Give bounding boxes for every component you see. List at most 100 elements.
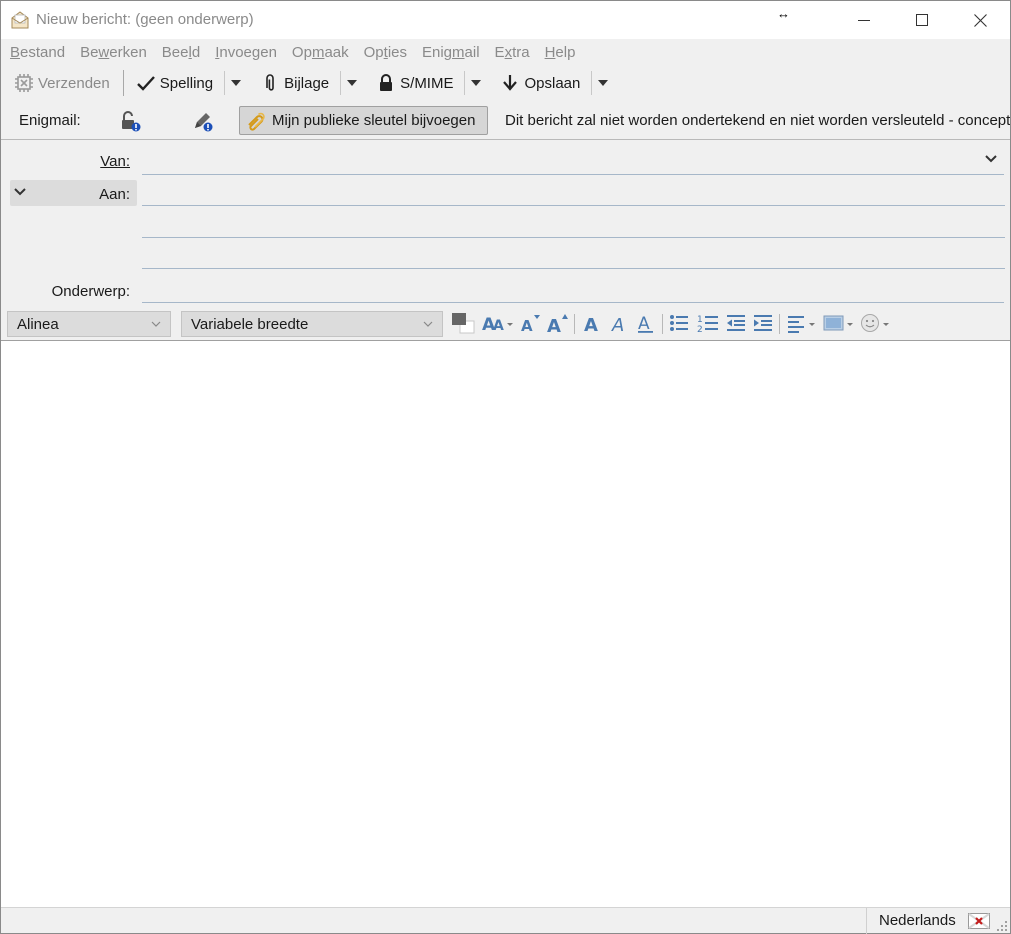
smime-label: S/MIME xyxy=(400,74,454,92)
menu-extra[interactable]: Extra xyxy=(495,44,530,61)
svg-text:A: A xyxy=(547,316,561,334)
message-body-editor[interactable] xyxy=(1,340,1010,907)
bullet-list-icon xyxy=(670,315,688,331)
menu-opmaak[interactable]: Opmaak xyxy=(292,44,349,61)
paragraph-format-select[interactable]: Alinea xyxy=(7,311,171,337)
format-separator xyxy=(574,314,575,334)
encrypt-toggle[interactable] xyxy=(120,109,142,133)
menu-opties[interactable]: Opties xyxy=(364,44,407,61)
attach-label: Bijlage xyxy=(284,74,330,92)
align-button[interactable] xyxy=(786,312,818,334)
smime-dropdown[interactable] xyxy=(469,68,483,98)
subject-field[interactable] xyxy=(142,302,1004,303)
svg-text:1: 1 xyxy=(697,315,703,325)
outdent-button[interactable] xyxy=(725,312,747,334)
from-field[interactable] xyxy=(142,174,1004,175)
key-paperclip-icon xyxy=(248,112,265,131)
insert-emoji-button[interactable] xyxy=(860,312,892,334)
compose-envelope-icon xyxy=(11,11,29,29)
enigmail-label: Enigmail: xyxy=(19,112,81,129)
insert-image-button[interactable] xyxy=(823,312,855,334)
bold-button[interactable]: A xyxy=(581,312,603,334)
decrease-font-button[interactable]: A xyxy=(520,312,542,334)
attach-public-key-label: Mijn publieke sleutel bijvoegen xyxy=(272,112,476,129)
status-separator xyxy=(866,908,867,934)
sign-toggle[interactable] xyxy=(192,109,214,133)
italic-icon: A xyxy=(611,315,624,334)
spelling-button[interactable]: Spelling xyxy=(133,68,216,98)
outdent-icon xyxy=(727,315,745,331)
from-label: Van: xyxy=(100,153,130,170)
status-bar: Nederlands xyxy=(1,907,1010,934)
svg-text:A: A xyxy=(584,315,598,334)
menu-bewerken[interactable]: Bewerken xyxy=(80,44,147,61)
font-family-select[interactable]: Variabele breedte xyxy=(181,311,443,337)
smime-button[interactable]: S/MIME xyxy=(373,68,456,98)
italic-button[interactable]: A xyxy=(608,312,630,334)
maximize-button[interactable] xyxy=(893,1,951,39)
chevron-down-icon[interactable] xyxy=(13,185,27,199)
increase-font-button[interactable]: A xyxy=(546,312,570,334)
recipient-row-3[interactable] xyxy=(142,268,1005,269)
lock-icon xyxy=(376,73,396,93)
attach-dropdown[interactable] xyxy=(345,68,359,98)
spellcheck-language[interactable]: Nederlands xyxy=(879,912,956,929)
send-button[interactable]: Verzenden xyxy=(11,68,113,98)
spelling-dropdown[interactable] xyxy=(229,68,243,98)
indent-button[interactable] xyxy=(752,312,774,334)
recipient-row-2[interactable] xyxy=(142,237,1005,238)
menu-bestand[interactable]: Bestand xyxy=(10,44,65,61)
arrow-down-icon xyxy=(500,73,520,93)
numbered-list-button[interactable]: 1 2 xyxy=(696,312,720,334)
format-toolbar: Alinea Variabele breedte A A A A A A A 1… xyxy=(1,306,1010,340)
image-icon xyxy=(823,315,853,331)
toolbar-separator xyxy=(591,71,593,95)
subject-label: Onderwerp: xyxy=(51,283,130,300)
text-color-button[interactable] xyxy=(451,312,477,334)
unlocked-padlock-icon xyxy=(122,111,141,132)
resize-grip-icon[interactable] xyxy=(997,921,1007,931)
underline-button[interactable]: A xyxy=(635,312,657,334)
svg-text:A: A xyxy=(493,318,504,334)
toolbar-separator xyxy=(224,71,226,95)
checkmark-icon xyxy=(136,73,156,93)
pen-icon xyxy=(195,113,213,132)
format-separator xyxy=(779,314,780,334)
svg-text:A: A xyxy=(521,317,533,334)
font-size-icon: A A xyxy=(482,315,513,334)
attach-button[interactable]: Bijlage xyxy=(257,68,332,98)
menu-invoegen[interactable]: Invoegen xyxy=(215,44,277,61)
font-size-button[interactable]: A A xyxy=(482,312,514,334)
numbered-list-icon: 1 2 xyxy=(697,315,718,334)
language-flag-icon[interactable] xyxy=(968,913,990,929)
font-family-value: Variabele breedte xyxy=(191,315,309,333)
menu-help[interactable]: Help xyxy=(545,44,576,61)
attach-public-key-button[interactable]: Mijn publieke sleutel bijvoegen xyxy=(239,106,488,135)
title-bar: Nieuw bericht: (geen onderwerp) ↔ xyxy=(1,1,1010,39)
smiley-icon xyxy=(861,314,889,332)
larger-font-icon: A xyxy=(547,314,568,334)
save-dropdown[interactable] xyxy=(596,68,610,98)
chevron-down-icon[interactable] xyxy=(983,151,999,167)
to-field[interactable] xyxy=(142,205,1005,206)
chevron-down-icon xyxy=(151,321,161,327)
color-swatch-icon xyxy=(452,313,475,334)
triangle-down-icon xyxy=(231,80,242,86)
align-left-icon xyxy=(788,316,815,333)
triangle-down-icon xyxy=(347,80,358,86)
triangle-down-icon xyxy=(471,80,482,86)
format-separator xyxy=(662,314,663,334)
bullet-list-button[interactable] xyxy=(668,312,690,334)
enigmail-bar: Enigmail: Mijn publieke sleutel bijvoege… xyxy=(1,101,1010,139)
save-button[interactable]: Opslaan xyxy=(497,68,583,98)
svg-text:2: 2 xyxy=(697,325,703,334)
toolbar-separator xyxy=(464,71,466,95)
resize-cursor-icon: ↔ xyxy=(777,6,790,21)
send-icon xyxy=(14,73,34,93)
minimize-button[interactable] xyxy=(835,1,893,39)
menu-beeld[interactable]: Beeld xyxy=(162,44,200,61)
close-button[interactable] xyxy=(951,1,1009,39)
toolbar-separator xyxy=(340,71,342,95)
menu-enigmail[interactable]: Enigmail xyxy=(422,44,480,61)
underline-icon: A xyxy=(638,314,653,334)
